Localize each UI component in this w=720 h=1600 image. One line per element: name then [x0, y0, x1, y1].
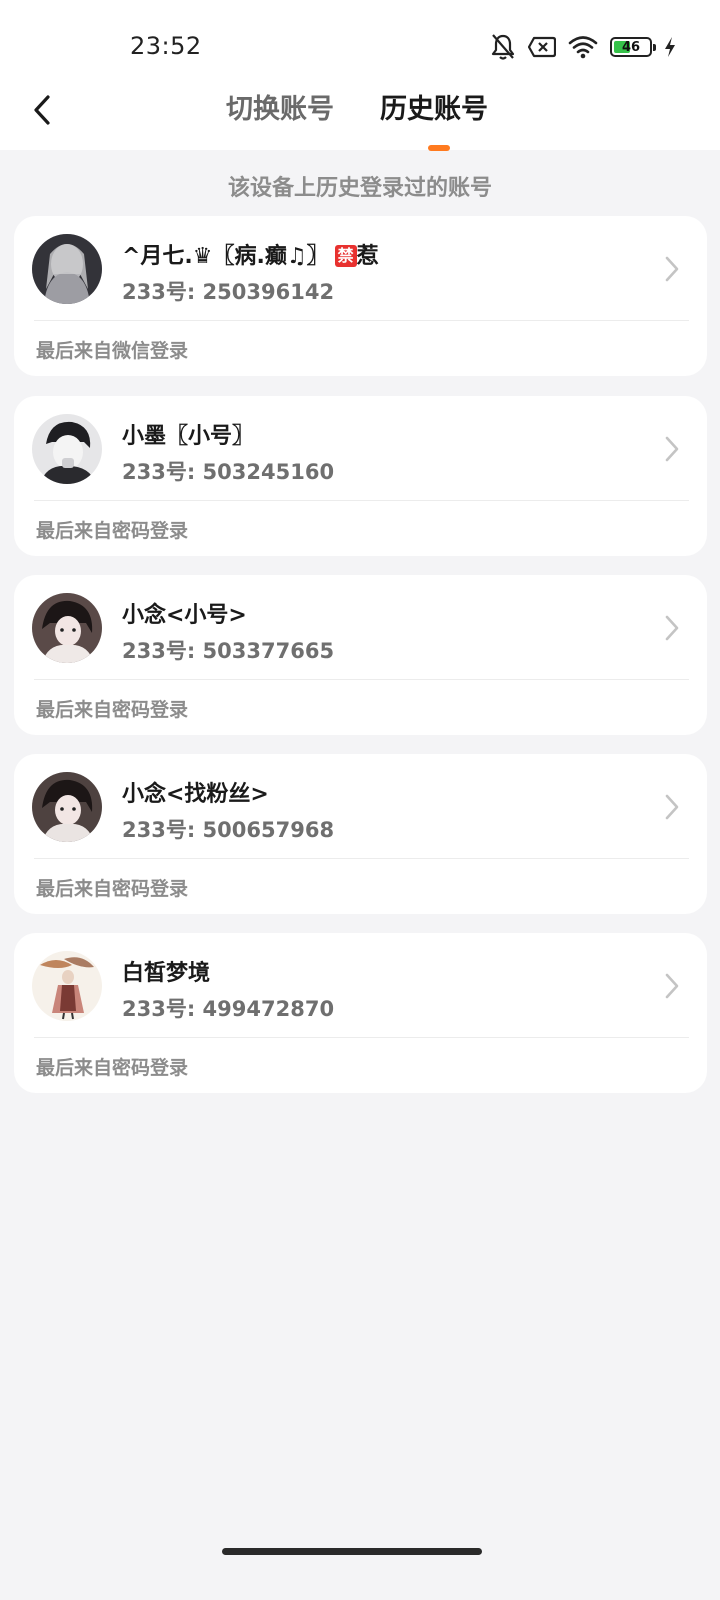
home-indicator[interactable]	[222, 1548, 482, 1555]
divider	[34, 679, 689, 680]
account-card[interactable]: 小墨〖小号〗 233号: 503245160 最后来自密码登录	[14, 396, 707, 556]
ban-badge: 禁	[334, 245, 357, 267]
account-name-text: ^月七.♛〖病.癫♫〗	[122, 244, 329, 269]
status-time: 23:52	[130, 32, 202, 60]
account-name: 小念<找粉丝>	[122, 782, 269, 807]
tab-history-account[interactable]: 历史账号	[380, 88, 488, 132]
divider	[34, 500, 689, 501]
top-bar: 23:52 46 切换账号 历史账号	[0, 0, 720, 151]
history-subtitle: 该设备上历史登录过的账号	[227, 176, 492, 201]
account-id: 233号: 500657968	[122, 818, 335, 842]
battery-level: 46	[621, 39, 641, 55]
login-source: 最后来自密码登录	[36, 520, 189, 542]
login-source: 最后来自密码登录	[36, 878, 189, 900]
avatar	[32, 414, 102, 484]
account-card[interactable]: ^月七.♛〖病.癫♫〗禁惹 233号: 250396142 最后来自微信登录	[14, 216, 707, 376]
close-box-icon	[528, 36, 556, 58]
chevron-right-icon	[665, 973, 679, 999]
chevron-right-icon	[665, 615, 679, 641]
active-tab-indicator	[428, 145, 450, 151]
account-id: 233号: 499472870	[122, 997, 335, 1021]
account-card[interactable]: 小念<找粉丝> 233号: 500657968 最后来自密码登录	[14, 754, 707, 914]
account-name: ^月七.♛〖病.癫♫〗禁惹	[122, 238, 379, 270]
avatar	[32, 951, 102, 1021]
account-id: 233号: 503377665	[122, 639, 335, 663]
chevron-right-icon	[665, 794, 679, 820]
avatar	[32, 234, 102, 304]
login-source: 最后来自微信登录	[36, 340, 189, 362]
charging-bolt-icon	[664, 36, 676, 58]
account-id: 233号: 503245160	[122, 460, 335, 484]
wifi-icon	[568, 35, 598, 59]
avatar	[32, 593, 102, 663]
avatar	[32, 772, 102, 842]
tab-switch-account[interactable]: 切换账号	[226, 88, 334, 132]
account-name-suffix: 惹	[356, 244, 379, 269]
chevron-right-icon	[665, 256, 679, 282]
battery-icon: 46	[610, 37, 656, 57]
divider	[34, 858, 689, 859]
bell-off-icon	[490, 33, 516, 61]
back-button[interactable]	[22, 90, 62, 130]
account-name: 小念<小号>	[122, 603, 247, 628]
login-source: 最后来自密码登录	[36, 1057, 189, 1079]
account-card[interactable]: 白皙梦境 233号: 499472870 最后来自密码登录	[14, 933, 707, 1093]
account-id: 233号: 250396142	[122, 280, 335, 304]
chevron-right-icon	[665, 436, 679, 462]
account-name: 白皙梦境	[122, 961, 211, 986]
divider	[34, 320, 689, 321]
account-name: 小墨〖小号〗	[122, 424, 255, 449]
divider	[34, 1037, 689, 1038]
status-icons: 46	[490, 30, 676, 64]
battery-cap	[653, 44, 656, 51]
account-card[interactable]: 小念<小号> 233号: 503377665 最后来自密码登录	[14, 575, 707, 735]
chevron-left-icon	[34, 95, 50, 125]
login-source: 最后来自密码登录	[36, 699, 189, 721]
